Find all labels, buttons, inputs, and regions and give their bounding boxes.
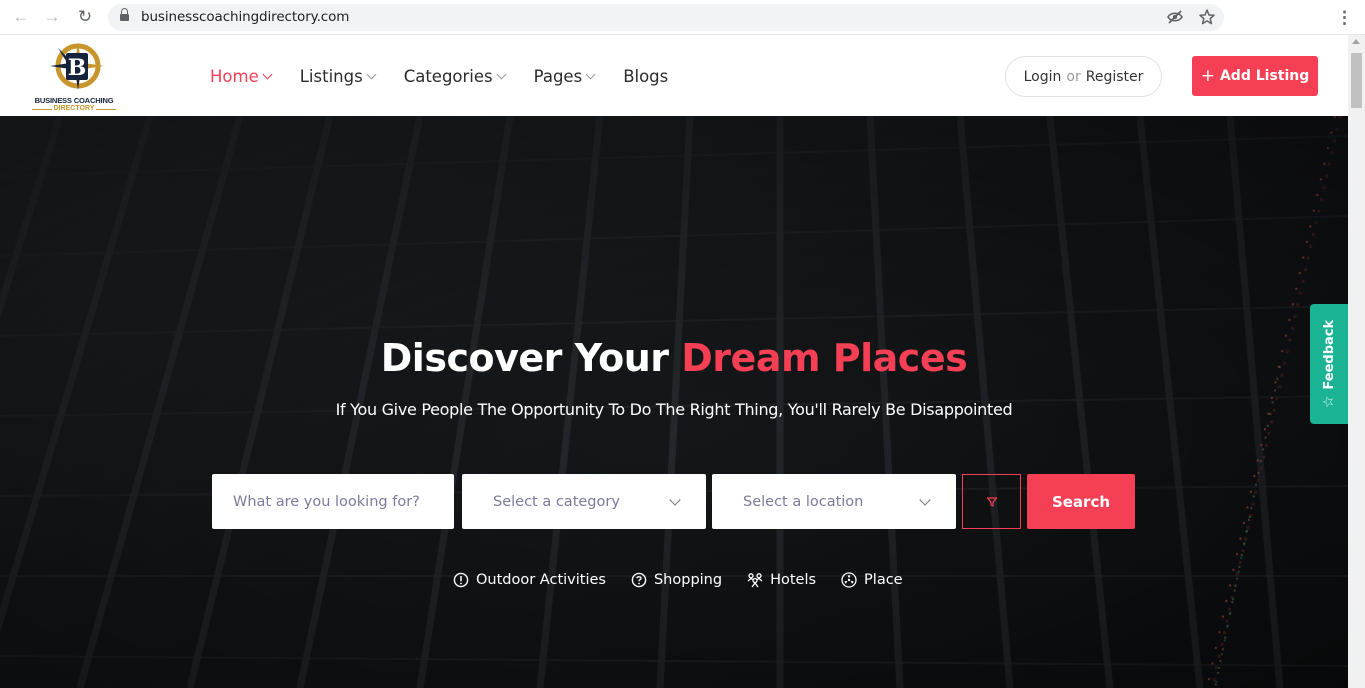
star-icon[interactable] (1197, 8, 1217, 28)
quick-categories: Outdoor Activities Shopping Hotels Place (453, 572, 928, 588)
login-link[interactable]: Login (1024, 69, 1062, 85)
back-icon[interactable]: ← (9, 6, 33, 28)
keyword-search-input[interactable] (212, 474, 454, 529)
nav-item-label: Blogs (623, 67, 669, 86)
location-select[interactable]: Select a location (712, 474, 956, 529)
chevron-down-icon (919, 494, 931, 506)
hero-title: Discover Your Dream Places (0, 336, 1348, 380)
scroll-up-arrow-icon[interactable] (1352, 39, 1360, 44)
quick-category-label: Shopping (653, 572, 723, 588)
quick-category-label: Place (864, 572, 903, 588)
kebab-menu-icon[interactable]: ⋮ (1336, 7, 1353, 29)
chevron-down-icon (496, 69, 507, 80)
forward-icon[interactable]: → (40, 6, 64, 28)
hero-title-plain: Discover Your (380, 336, 669, 380)
search-button[interactable]: Search (1027, 474, 1135, 529)
radiation-icon (841, 572, 857, 588)
quick-category-outdoor-activities[interactable]: Outdoor Activities (453, 572, 606, 588)
people-icon (747, 573, 763, 588)
filter-icon (986, 496, 997, 507)
feedback-label-group: ☆ Feedback (1321, 320, 1337, 408)
scrollbar-thumb[interactable] (1351, 53, 1362, 108)
browser-toolbar: ← → ↻ businesscoachingdirectory.com ⋮ (0, 0, 1365, 35)
add-listing-label: Add Listing (1219, 68, 1310, 84)
nav-item-home[interactable]: Home (210, 67, 273, 86)
nav-item-label: Listings (299, 67, 363, 86)
plus-icon: + (1200, 66, 1215, 86)
site-header: B BUSINESS COACHING DIRECTORY Home Listi… (0, 35, 1348, 116)
reload-icon[interactable]: ↻ (73, 6, 97, 28)
site-logo[interactable]: B BUSINESS COACHING DIRECTORY (26, 37, 122, 115)
nav-item-listings[interactable]: Listings (299, 67, 377, 86)
url-text[interactable]: businesscoachingdirectory.com (141, 9, 349, 25)
question-circle-icon (631, 572, 647, 588)
quick-category-label: Hotels (770, 572, 817, 588)
feedback-label: Feedback (1321, 319, 1337, 390)
feedback-tab[interactable]: ☆ Feedback (1310, 304, 1348, 424)
nav-item-categories[interactable]: Categories (403, 67, 507, 86)
auth-separator: or (1066, 68, 1081, 85)
hero-section: Discover Your Dream Places If You Give P… (0, 116, 1348, 688)
filter-button[interactable] (962, 474, 1021, 529)
quick-category-shopping[interactable]: Shopping (631, 572, 722, 588)
svg-text:B: B (68, 55, 87, 81)
main-nav: Home Listings Categories Pages Blogs (210, 67, 697, 86)
nav-item-pages[interactable]: Pages (533, 67, 596, 86)
chevron-down-icon (366, 69, 377, 80)
hero-title-accent: Dream Places (681, 336, 968, 380)
nav-item-label: Pages (533, 67, 583, 86)
category-select[interactable]: Select a category (462, 474, 706, 529)
info-circle-icon (453, 572, 469, 588)
page-scrollbar[interactable] (1348, 35, 1365, 688)
address-bar[interactable]: businesscoachingdirectory.com (108, 4, 1224, 31)
compass-logo-icon: B (50, 42, 104, 90)
chevron-down-icon (669, 494, 681, 506)
eye-slash-icon[interactable] (1165, 8, 1185, 28)
hero-subtitle: If You Give People The Opportunity To Do… (335, 400, 1013, 419)
login-register-button[interactable]: Login or Register (1005, 56, 1162, 97)
chevron-down-icon (585, 69, 596, 80)
quick-category-label: Outdoor Activities (476, 572, 606, 588)
lock-icon (120, 8, 129, 23)
location-select-value: Select a location (743, 493, 864, 510)
quick-category-hotels[interactable]: Hotels (747, 572, 816, 588)
star-outline-icon: ☆ (1321, 395, 1337, 409)
category-select-value: Select a category (493, 493, 620, 510)
register-link[interactable]: Register (1086, 69, 1144, 85)
logo-rule-right (96, 109, 116, 110)
quick-category-place[interactable]: Place (841, 572, 903, 588)
nav-item-label: Home (210, 67, 259, 86)
add-listing-button[interactable]: + Add Listing (1192, 56, 1318, 96)
nav-item-blogs[interactable]: Blogs (623, 67, 668, 86)
chevron-down-icon (262, 69, 273, 80)
nav-item-label: Categories (403, 67, 493, 86)
logo-text-primary: BUSINESS COACHING (34, 96, 114, 105)
